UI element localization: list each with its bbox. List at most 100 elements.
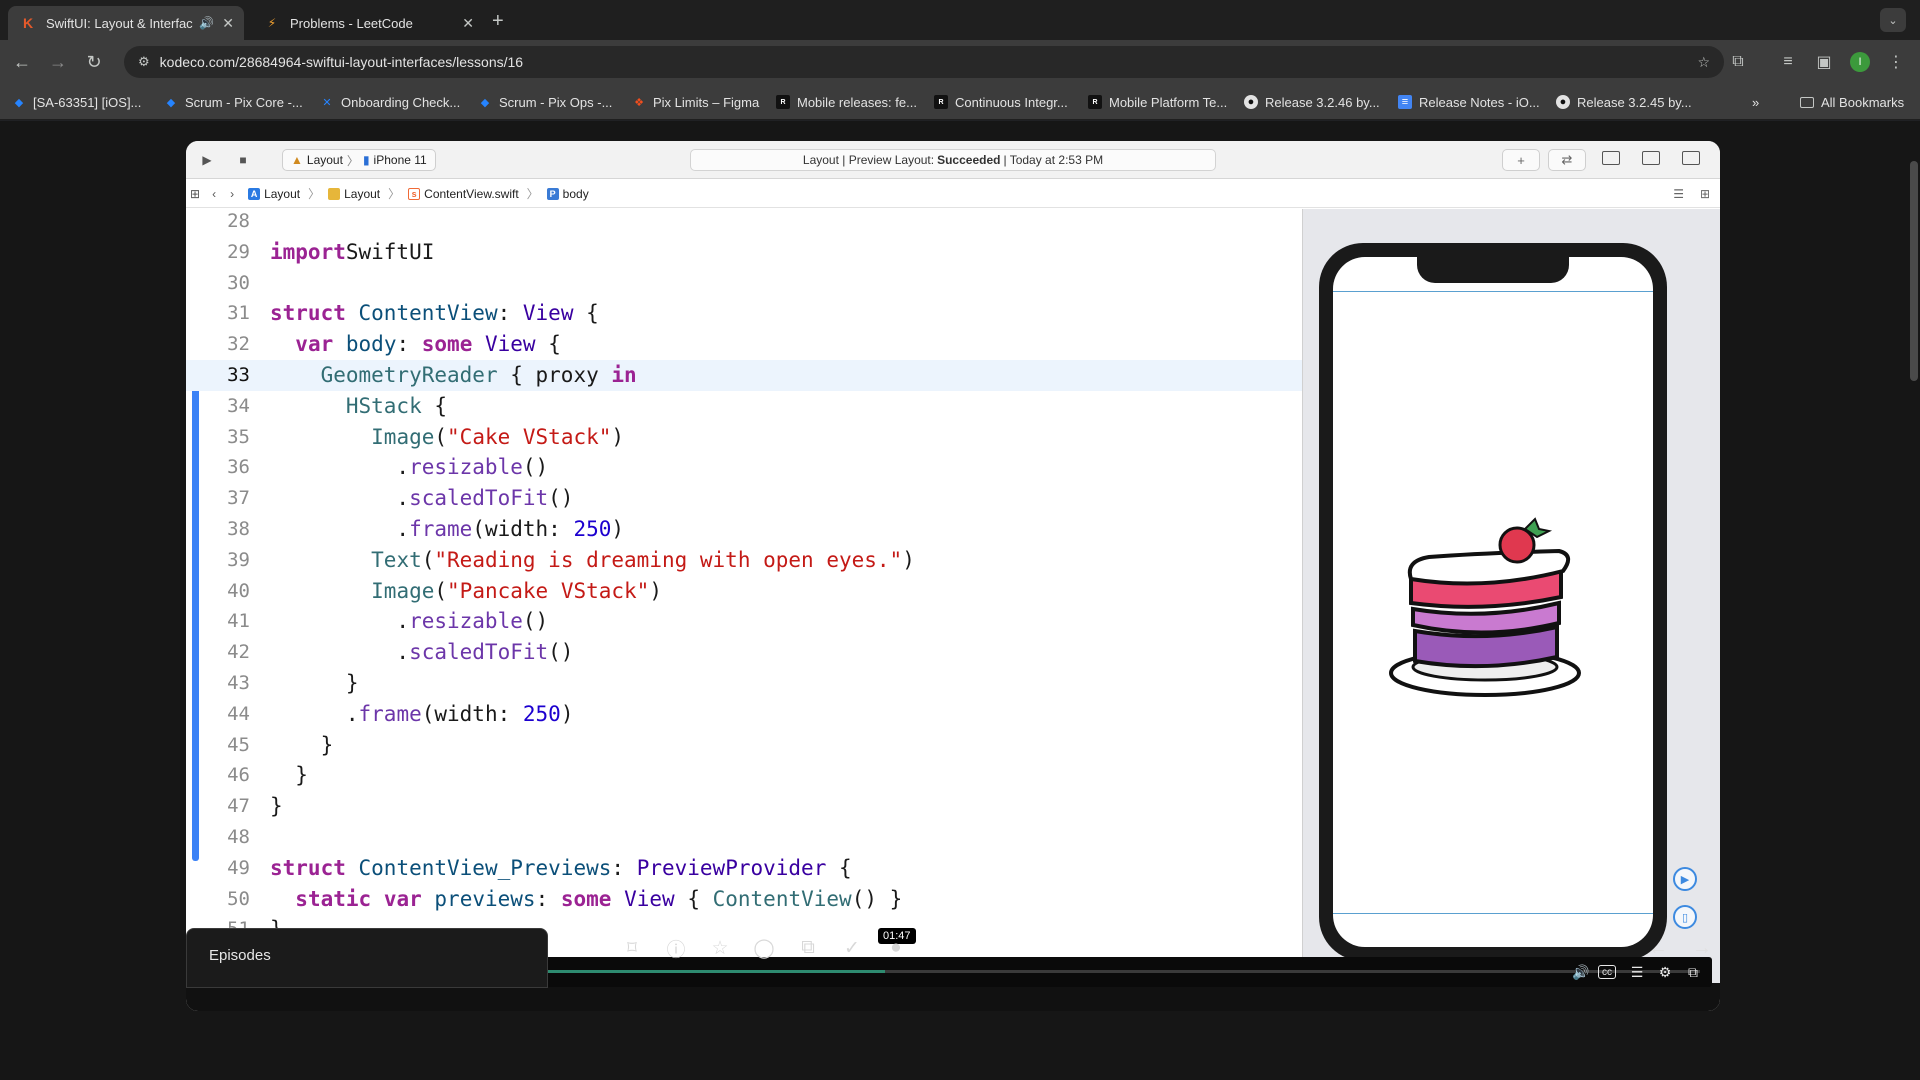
line-number: 32 bbox=[227, 333, 250, 356]
device-settings-icon: ▯ bbox=[1673, 905, 1697, 929]
code-token: () bbox=[522, 455, 549, 480]
line-number: 28 bbox=[227, 210, 250, 232]
code-token: "Reading is dreaming with open eyes." bbox=[434, 547, 903, 572]
settings-icon[interactable]: ⚙ bbox=[1654, 962, 1676, 982]
line-number: 34 bbox=[227, 394, 250, 417]
code-token: (width: bbox=[421, 701, 523, 726]
code-token: ) bbox=[611, 517, 625, 541]
bookmark-item[interactable]: ≡ Release Notes - iO... bbox=[1398, 93, 1540, 111]
complete-icon[interactable]: ✓ bbox=[840, 936, 864, 960]
profile-avatar[interactable]: I bbox=[1850, 52, 1870, 72]
info-icon[interactable]: ⓘ bbox=[664, 936, 688, 961]
code-text: Text("Reading is dreaming with open eyes… bbox=[270, 545, 915, 576]
minimap-icon: ☰ bbox=[1673, 186, 1684, 201]
code-text: .frame(width: 250) bbox=[270, 514, 624, 545]
code-text: .resizable() bbox=[270, 606, 548, 637]
materials-icon[interactable]: ⧉ bbox=[796, 936, 820, 960]
code-line: 33 GeometryReader { proxy in bbox=[186, 360, 1302, 391]
close-tab-icon[interactable]: ✕ bbox=[222, 15, 234, 32]
github-icon[interactable]: ● bbox=[884, 936, 908, 960]
bookmark-item[interactable]: ● Release 3.2.45 by... bbox=[1556, 93, 1692, 111]
code-token: } bbox=[270, 671, 359, 695]
bookmark-star-icon[interactable]: ☆ bbox=[1697, 54, 1710, 71]
line-number: 50 bbox=[227, 887, 250, 910]
line-number: 30 bbox=[227, 271, 250, 294]
previous-lesson-icon[interactable]: ← bbox=[1646, 936, 1670, 960]
more-menu-icon[interactable]: ⋮ bbox=[1884, 50, 1908, 74]
code-token: . bbox=[270, 486, 410, 511]
code-token: () bbox=[548, 486, 574, 511]
code-token: var bbox=[383, 886, 422, 911]
new-tab-button[interactable]: + bbox=[492, 10, 504, 33]
tab-search-button[interactable]: ⌄ bbox=[1880, 8, 1906, 32]
media-controls-icon[interactable]: ≡ bbox=[1776, 50, 1800, 74]
code-token: some bbox=[421, 332, 473, 357]
code-line: 30 bbox=[186, 268, 1302, 299]
bookmark-item[interactable]: R Mobile releases: fe... bbox=[776, 93, 917, 111]
next-lesson-icon[interactable]: → bbox=[1690, 936, 1714, 960]
captions-icon[interactable]: cc bbox=[1598, 965, 1616, 979]
browser-toolbar: ← → ↻ ⚙ kodeco.com/28684964-swiftui-layo… bbox=[0, 40, 1920, 84]
line-number: 46 bbox=[227, 764, 250, 787]
code-line: 38 .frame(width: 250) bbox=[186, 514, 1302, 545]
video-player[interactable]: ▶ ■ ▲ Layout 〉 ▮ iPhone 11 Layout | Prev… bbox=[186, 141, 1720, 1011]
side-panel-icon[interactable]: ▣ bbox=[1812, 50, 1836, 74]
star-icon[interactable]: ☆ bbox=[708, 936, 732, 960]
address-bar[interactable]: ⚙ kodeco.com/28684964-swiftui-layout-int… bbox=[124, 46, 1724, 78]
code-token: ( bbox=[421, 547, 435, 572]
folder-icon bbox=[328, 187, 341, 200]
swift-file-icon: s bbox=[408, 187, 421, 200]
bookmark-item[interactable]: ◆ [SA-63351] [iOS]... bbox=[12, 93, 142, 111]
all-bookmarks-button[interactable]: All Bookmarks bbox=[1800, 93, 1904, 111]
code-token: Image bbox=[371, 424, 435, 449]
volume-icon[interactable]: 🔊 bbox=[1570, 962, 1592, 982]
bookmark-item[interactable]: ◆ Scrum - Pix Ops -... bbox=[478, 93, 613, 111]
code-token: struct bbox=[270, 855, 346, 880]
site-info-icon[interactable]: ⚙ bbox=[138, 54, 150, 70]
code-text: importSwiftUI bbox=[270, 237, 434, 268]
line-number: 36 bbox=[227, 456, 250, 479]
bookmark-item[interactable]: R Continuous Integr... bbox=[934, 93, 1068, 111]
picture-in-picture-icon[interactable]: ⧉ bbox=[1682, 962, 1704, 982]
speaker-icon[interactable]: 🔊 bbox=[199, 16, 214, 30]
bookmark-item[interactable]: ❖ Pix Limits – Figma bbox=[632, 93, 759, 111]
code-line: 47} bbox=[186, 791, 1302, 822]
line-number: 49 bbox=[227, 856, 250, 879]
tab-kodeco[interactable]: K SwiftUI: Layout & Interfac 🔊 ✕ bbox=[8, 6, 244, 40]
close-tab-icon[interactable]: ✕ bbox=[462, 15, 474, 32]
comment-icon[interactable]: ◯ bbox=[752, 936, 776, 960]
line-number: 39 bbox=[227, 548, 250, 571]
code-token: body bbox=[345, 332, 397, 357]
code-line: 40 Image("Pancake VStack") bbox=[186, 576, 1302, 607]
code-line: 46 } bbox=[186, 760, 1302, 791]
episodes-panel[interactable]: Episodes bbox=[186, 928, 548, 988]
code-token: 250 bbox=[573, 517, 612, 541]
extensions-icon[interactable]: ⧉ bbox=[1726, 50, 1750, 74]
page-scrollbar[interactable] bbox=[1910, 161, 1918, 381]
reload-icon[interactable]: ↻ bbox=[82, 50, 106, 74]
tab-leetcode[interactable]: ⚡ Problems - LeetCode ✕ bbox=[252, 6, 484, 40]
line-number: 33 bbox=[227, 364, 250, 386]
line-number: 35 bbox=[227, 425, 250, 448]
code-token: { bbox=[674, 886, 713, 911]
folder-icon bbox=[1800, 96, 1814, 108]
bookmark-item[interactable]: ● Release 3.2.46 by... bbox=[1244, 93, 1380, 111]
bookmark-icon[interactable]: ⌑ bbox=[620, 936, 644, 960]
bookmark-item[interactable]: ◆ Scrum - Pix Core -... bbox=[164, 93, 303, 111]
rwy-icon: R bbox=[934, 95, 948, 109]
back-icon[interactable]: ← bbox=[10, 50, 34, 74]
code-token: var bbox=[295, 332, 334, 357]
line-number: 43 bbox=[227, 672, 250, 694]
forward-icon[interactable]: → bbox=[46, 50, 70, 74]
bookmarks-overflow-button[interactable]: » bbox=[1752, 93, 1759, 111]
tab-strip: K SwiftUI: Layout & Interfac 🔊 ✕ ⚡ Probl… bbox=[0, 0, 1920, 40]
code-token: { bbox=[421, 393, 448, 418]
bookmark-item[interactable]: ✕ Onboarding Check... bbox=[320, 93, 460, 111]
github-icon: ● bbox=[1556, 95, 1570, 109]
transcript-icon[interactable]: ☰ bbox=[1626, 962, 1648, 982]
bookmark-item[interactable]: R Mobile Platform Te... bbox=[1088, 93, 1227, 111]
